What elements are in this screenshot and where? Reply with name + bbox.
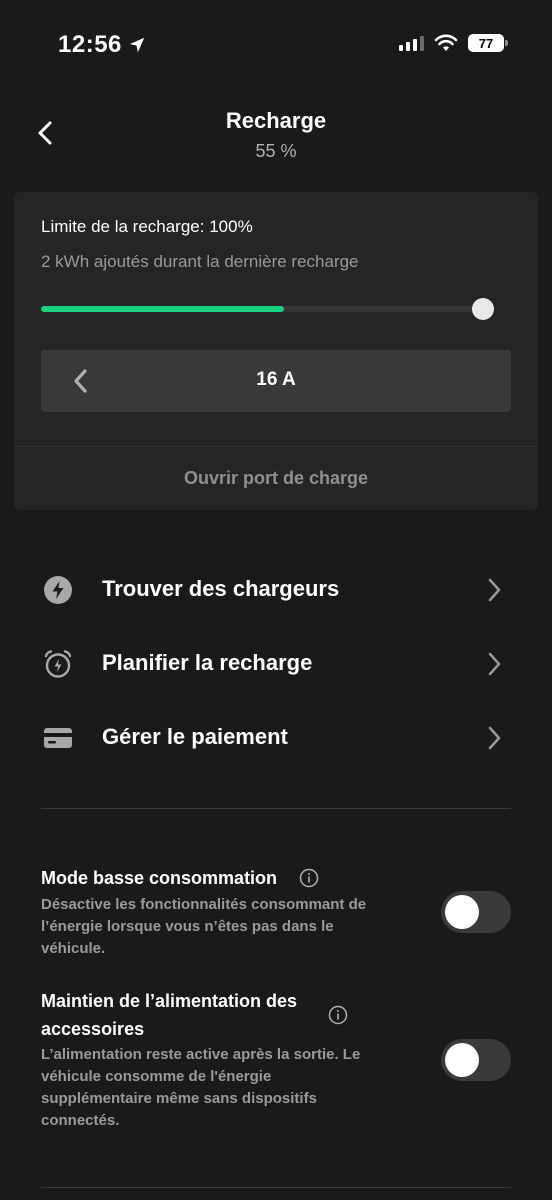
- open-charge-port-button[interactable]: Ouvrir port de charge: [14, 468, 538, 489]
- menu-item-find-chargers[interactable]: Trouver des chargeurs: [0, 560, 552, 620]
- info-icon[interactable]: [328, 1005, 348, 1025]
- status-bar: 12:56 77: [0, 0, 552, 90]
- desc-line: véhicule.: [41, 940, 106, 957]
- battery-level: 77: [478, 35, 494, 51]
- low-power-toggle[interactable]: [441, 891, 511, 933]
- title-line: accessoires: [41, 1019, 145, 1039]
- desc-line: Désactive les fonctionnalités consommant…: [41, 896, 367, 913]
- battery-icon: 77: [468, 34, 508, 52]
- page-title: Recharge: [225, 108, 327, 133]
- chevron-right-icon: [482, 724, 506, 752]
- desc-line: connectés.: [41, 1112, 120, 1129]
- credit-card-icon: [42, 722, 74, 754]
- slider-thumb[interactable]: [472, 298, 494, 320]
- charge-limit-slider[interactable]: [41, 298, 494, 320]
- menu-item-manage-payment[interactable]: Gérer le paiement: [0, 708, 552, 768]
- energy-added-text: 2 kWh ajoutés durant la dernière recharg…: [41, 252, 359, 271]
- alarm-clock-icon: [42, 648, 74, 680]
- title-line: Maintien de l’alimentation des: [41, 991, 298, 1011]
- chevron-right-icon: [482, 650, 506, 678]
- status-time: 12:56: [58, 31, 146, 59]
- bolt-icon: [42, 574, 74, 606]
- current-charge-fill: [41, 306, 285, 312]
- wifi-icon: [434, 34, 458, 51]
- section-divider: [41, 808, 511, 809]
- clock-text: 12:56: [58, 31, 122, 58]
- menu-item-label: Gérer le paiement: [102, 724, 288, 749]
- low-power-title: Mode basse consommation: [41, 868, 278, 888]
- amperage-control: 16 A: [41, 350, 511, 412]
- low-power-description: Désactive les fonctionnalités consommant…: [41, 894, 411, 960]
- menu-item-label: Planifier la recharge: [102, 650, 313, 675]
- menu-item-label: Trouver des chargeurs: [102, 576, 340, 601]
- amperage-value: 16 A: [256, 369, 296, 390]
- menu-item-schedule-charge[interactable]: Planifier la recharge: [0, 634, 552, 694]
- section-divider: [41, 1187, 511, 1188]
- accessory-power-toggle[interactable]: [441, 1039, 511, 1081]
- desc-line: L’alimentation reste active après la sor…: [41, 1046, 361, 1063]
- cellular-signal-icon: [399, 35, 424, 51]
- desc-line: supplémentaire même sans dispositifs: [41, 1090, 317, 1107]
- accessory-power-description: L’alimentation reste active après la sor…: [41, 1044, 411, 1132]
- card-divider: [14, 446, 538, 447]
- accessory-power-title: Maintien de l’alimentation des accessoir…: [41, 987, 297, 1043]
- charge-limit-text: Limite de la recharge: 100%: [41, 217, 253, 236]
- desc-line: véhicule consomme de l'énergie: [41, 1068, 272, 1085]
- info-icon[interactable]: [299, 868, 319, 888]
- toggle-knob: [445, 1043, 479, 1077]
- battery-percentage: 55 %: [255, 141, 297, 161]
- location-arrow-icon: [129, 37, 145, 53]
- chevron-right-icon: [482, 576, 506, 604]
- toggle-knob: [445, 895, 479, 929]
- desc-line: l’énergie lorsque vous n’êtes pas dans l…: [41, 918, 334, 935]
